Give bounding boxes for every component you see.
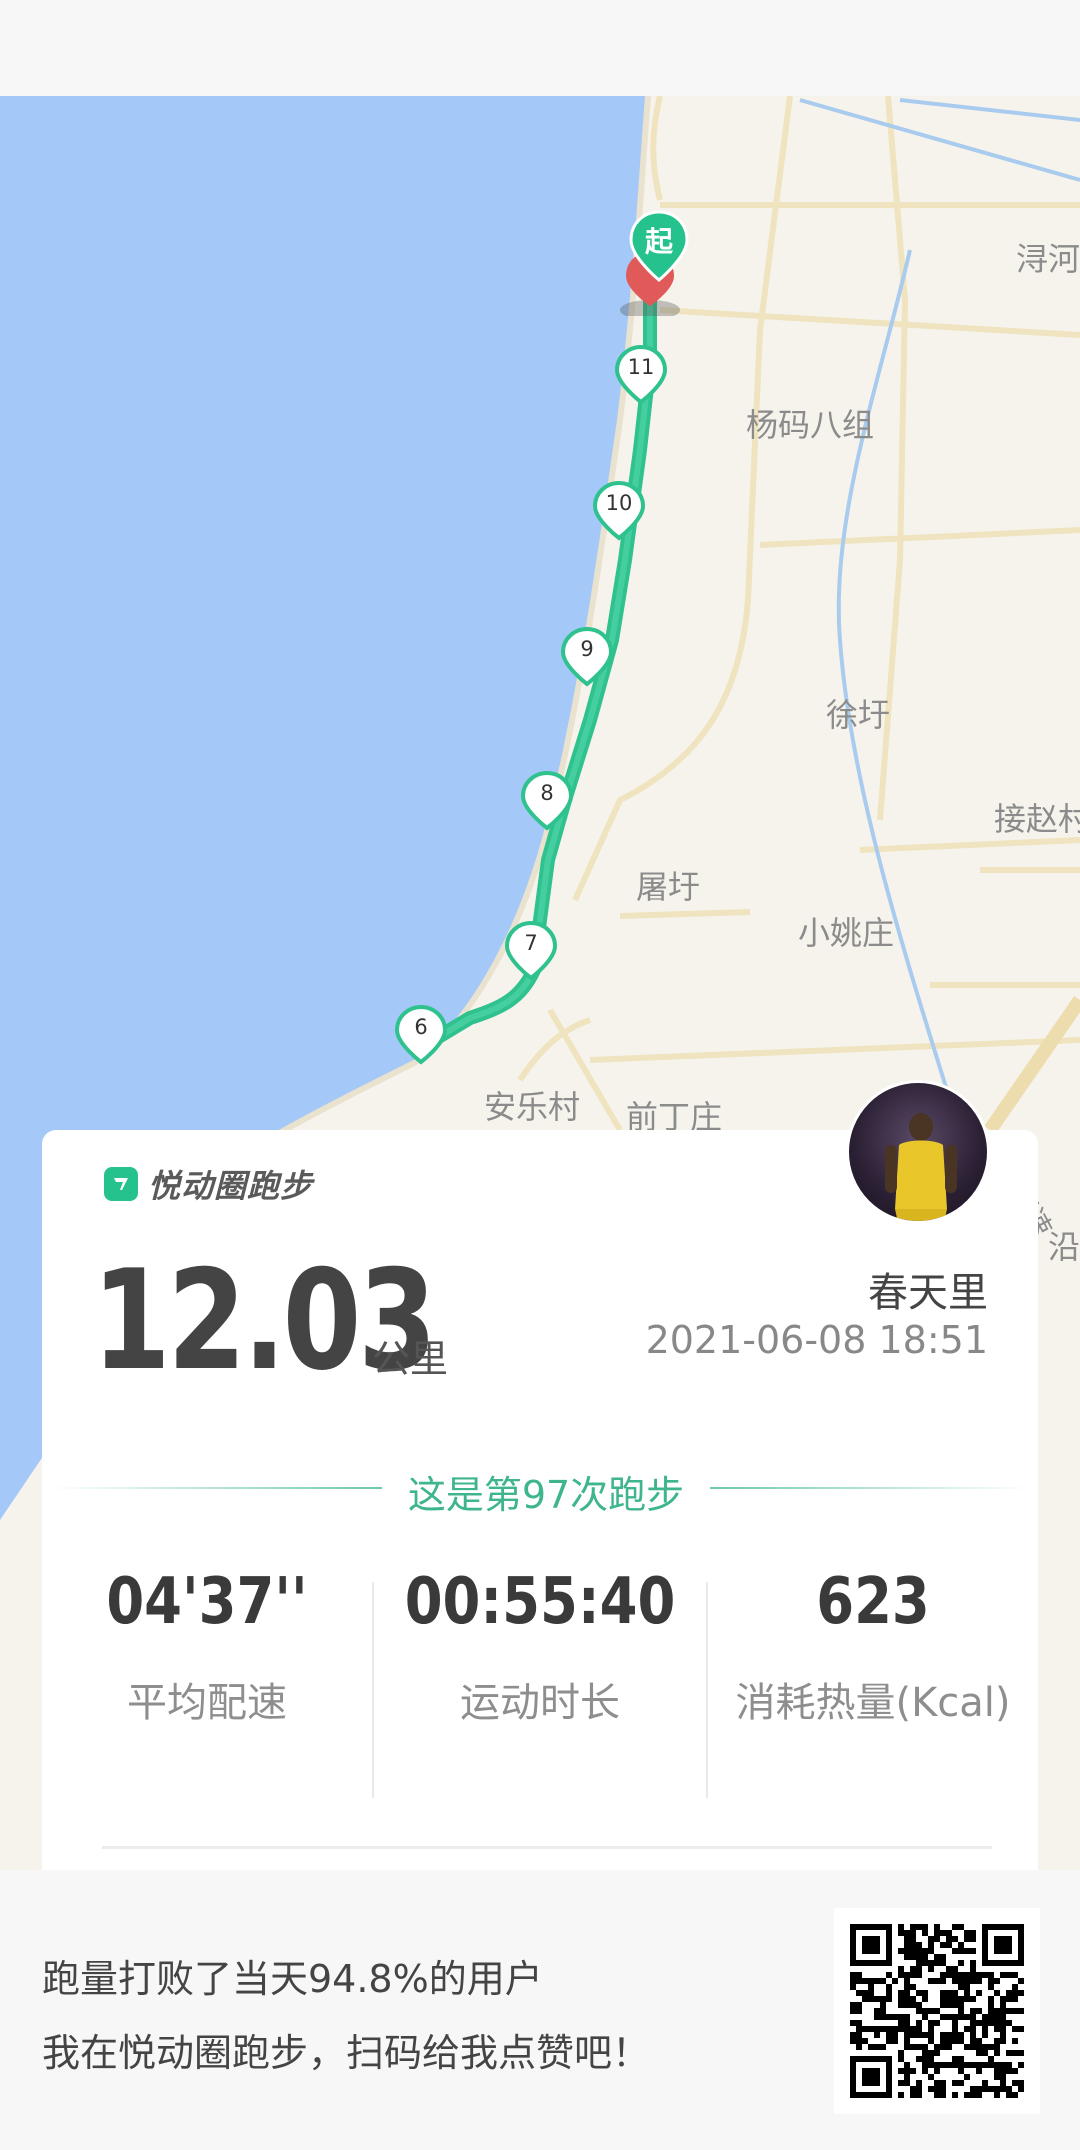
stat-duration: 00:55:40 运动时长: [375, 1570, 705, 1728]
divider-right: [710, 1487, 1030, 1489]
km-marker-label: 8: [540, 781, 554, 805]
stat-separator: [372, 1582, 374, 1798]
place-label: 小姚庄: [798, 914, 895, 952]
place-label: 安乐村: [484, 1088, 581, 1126]
stat-duration-label: 运动时长: [460, 1680, 620, 1726]
footer-invite-text: 我在悦动圈跑步，扫码给我点赞吧！: [42, 2031, 651, 2075]
username: 春天里: [868, 1270, 988, 1316]
card-bottom-divider: [102, 1846, 992, 1849]
run-count-text: 这是第97次跑步: [407, 1473, 685, 1517]
stat-pace: 04'37'' 平均配速: [42, 1570, 372, 1728]
run-datetime: 2021-06-08 18:51: [645, 1318, 988, 1362]
qr-code[interactable]: [834, 1908, 1040, 2114]
km-marker: 7: [504, 920, 558, 982]
stat-calories: 623 消耗热量(Kcal): [708, 1570, 1038, 1728]
avatar-image: [885, 1113, 957, 1221]
brand-name: 悦动圈跑步: [148, 1167, 314, 1205]
brand-icon: [104, 1167, 138, 1201]
km-marker-label: 9: [580, 637, 594, 661]
place-label: 杨码八组: [746, 406, 875, 444]
divider-left: [52, 1487, 382, 1489]
place-label: 屠圩: [636, 868, 701, 906]
stat-calories-label: 消耗热量(Kcal): [735, 1680, 1011, 1726]
km-marker-label: 7: [524, 931, 538, 955]
start-marker-label: 起: [644, 225, 673, 258]
run-summary-card: 悦动圈跑步 12.03 公里 春天里 2021-06-08 18:51 这是第9…: [42, 1130, 1038, 1870]
footer-rank-text: 跑量打败了当天94.8%的用户: [42, 1957, 543, 2001]
place-label: 浔河: [1016, 240, 1080, 278]
avatar[interactable]: [846, 1080, 990, 1224]
km-marker: 11: [614, 344, 668, 406]
km-marker: 6: [394, 1004, 448, 1066]
stat-pace-value: 04'37'': [106, 1565, 308, 1639]
top-bar: [0, 0, 1080, 96]
qr-code-image: [850, 1924, 1024, 2098]
place-label: 徐圩: [826, 696, 891, 734]
km-marker: 10: [592, 480, 646, 542]
distance-unit: 公里: [372, 1337, 449, 1381]
km-marker: 8: [520, 770, 574, 832]
stat-pace-label: 平均配速: [127, 1680, 287, 1726]
km-marker-label: 6: [414, 1015, 428, 1039]
km-marker-label: 10: [605, 491, 633, 515]
place-label: 接赵村: [994, 800, 1080, 838]
km-marker: 9: [560, 626, 614, 688]
stat-calories-value: 623: [816, 1565, 930, 1639]
highway: [984, 996, 1080, 1134]
brand-logo: 悦动圈跑步: [104, 1164, 314, 1205]
km-marker-label: 11: [627, 355, 655, 379]
stat-duration-value: 00:55:40: [404, 1565, 676, 1639]
place-label: 沿: [1048, 1228, 1080, 1266]
